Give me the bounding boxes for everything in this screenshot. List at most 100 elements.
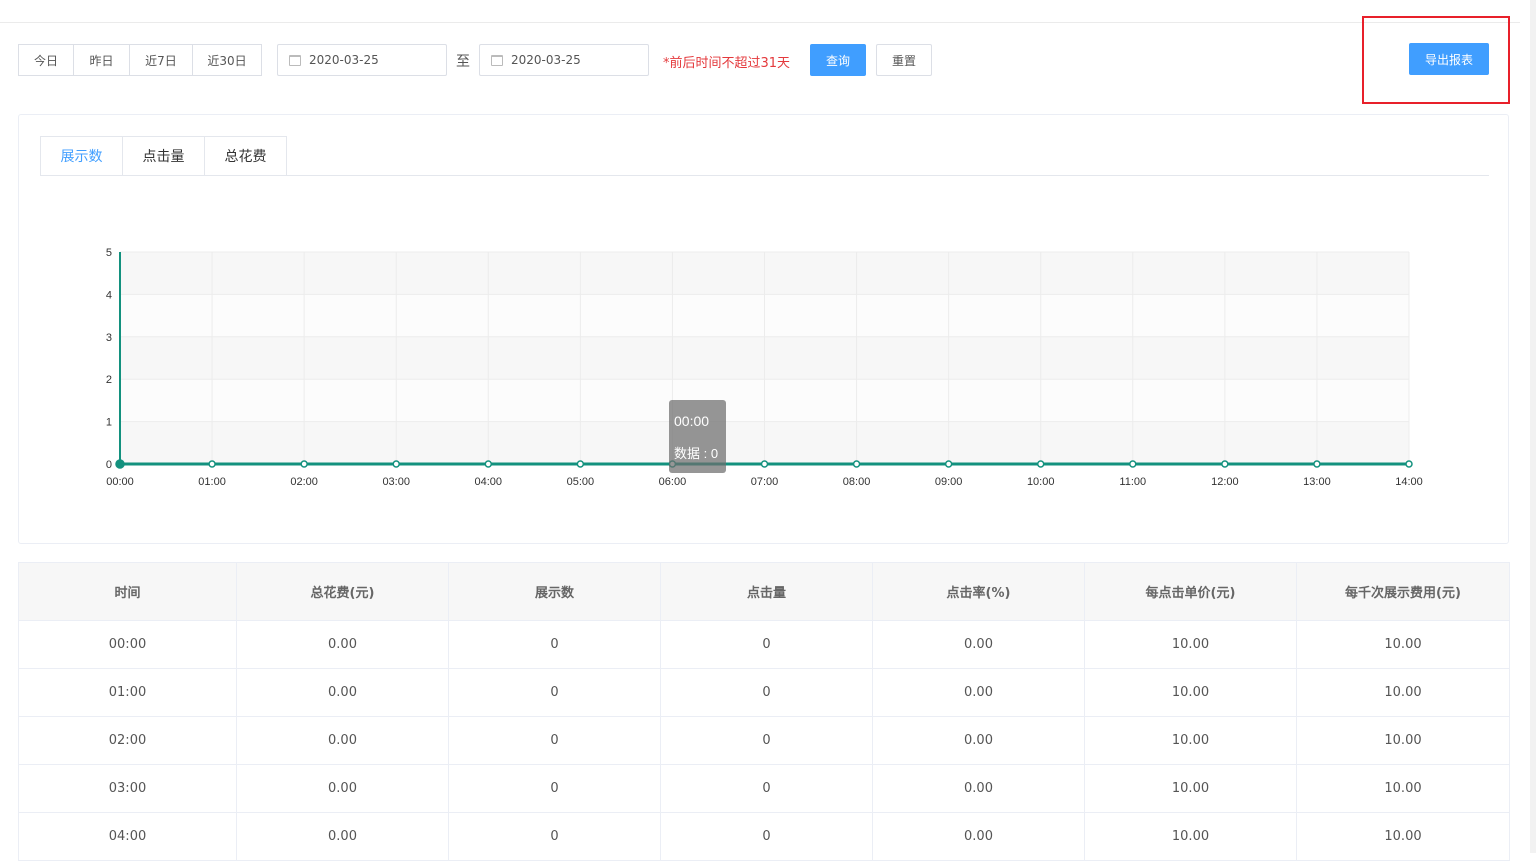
table-cell: 10.00: [1296, 764, 1510, 813]
top-divider: [0, 22, 1520, 23]
table-cell: 0: [660, 812, 873, 861]
x-tick-label: 03:00: [382, 476, 410, 488]
y-tick-label: 5: [106, 247, 112, 259]
table-cell: 0: [448, 812, 661, 861]
table-row: 03:00 0.00 0 0 0.00 10.00 10.00: [18, 764, 1510, 813]
y-tick-label: 0: [106, 459, 112, 471]
x-tick-label: 00:00: [106, 476, 134, 488]
quick-date-group: 今日 昨日 近7日 近30日: [18, 44, 262, 76]
date-range-warning: *前后时间不超过31天: [663, 56, 791, 71]
table-row: 02:00 0.00 0 0 0.00 10.00 10.00: [18, 716, 1510, 765]
x-tick-label: 05:00: [567, 476, 595, 488]
table-cell: 10.00: [1296, 620, 1510, 669]
table-cell: 02:00: [18, 716, 237, 765]
quick-date-today[interactable]: 今日: [18, 44, 74, 76]
chart-tooltip: [669, 400, 726, 473]
data-point: [115, 459, 125, 469]
filter-toolbar: 今日 昨日 近7日 近30日 2020-03-25 至 2020-03-25 *…: [18, 44, 938, 76]
calendar-icon: [289, 54, 301, 66]
table-cell: 0.00: [872, 764, 1085, 813]
col-header-time[interactable]: 时间: [18, 562, 237, 621]
col-header-cpm[interactable]: 每千次展示费用(元): [1296, 562, 1510, 621]
quick-date-7days[interactable]: 近7日: [129, 44, 193, 76]
data-point: [576, 460, 585, 468]
line-chart: 0 1 2 3 4 5 00:00 01:00 02:00 03:00 04:00 05:00 06:0…: [106, 247, 1423, 488]
export-report-button[interactable]: 导出报表: [1409, 43, 1489, 75]
data-point: [392, 460, 400, 468]
table-cell: 0: [448, 716, 661, 765]
table-cell: 0.00: [872, 716, 1085, 765]
y-tick-label: 1: [106, 417, 112, 429]
data-point: [208, 460, 216, 468]
table-row: 01:00 0.00 0 0 0.00 10.00 10.00: [18, 668, 1510, 717]
data-point: [944, 460, 953, 468]
table-cell: 10.00: [1084, 620, 1297, 669]
table-cell: 0.00: [236, 716, 449, 765]
data-point: [1313, 460, 1321, 468]
table-cell: 0: [660, 764, 873, 813]
table-cell: 10.00: [1296, 716, 1510, 765]
x-tick-label: 11:00: [1119, 476, 1146, 488]
col-header-cpc[interactable]: 每点击单价(元): [1084, 562, 1297, 621]
table-cell: 0.00: [236, 812, 449, 861]
col-header-ctr[interactable]: 点击率(%): [872, 562, 1085, 621]
table-cell: 10.00: [1084, 668, 1297, 717]
table-cell: 0.00: [236, 668, 449, 717]
start-date-value: 2020-03-25: [309, 53, 379, 67]
table-cell: 0.00: [236, 764, 449, 813]
end-date-input[interactable]: 2020-03-25: [479, 44, 649, 76]
x-tick-label: 10:00: [1027, 476, 1055, 488]
table-cell: 0.00: [872, 620, 1085, 669]
x-tick-label: 09:00: [935, 476, 963, 488]
x-tick-label: 02:00: [290, 476, 318, 488]
table-cell: 0: [448, 668, 661, 717]
data-point: [1129, 460, 1137, 468]
y-tick-label: 2: [106, 374, 112, 386]
x-tick-label: 08:00: [843, 476, 871, 488]
x-tick-label: 04:00: [475, 476, 503, 488]
table-cell: 0: [448, 620, 661, 669]
table-cell: 0: [660, 668, 873, 717]
tooltip-time: 00:00: [674, 413, 709, 429]
col-header-impressions[interactable]: 展示数: [448, 562, 661, 621]
x-tick-label: 07:00: [751, 476, 779, 488]
table-cell: 00:00: [18, 620, 237, 669]
table-cell: 10.00: [1296, 668, 1510, 717]
scrollbar-track[interactable]: [1530, 0, 1536, 853]
chart-card: 展示数 点击量 总花费 0 1 2 3 4 5 00:00 01:00 02:00 03:00 04…: [18, 114, 1509, 544]
table-cell: 10.00: [1084, 812, 1297, 861]
data-point: [1036, 460, 1045, 468]
hourly-stats-table: 时间 总花费(元) 展示数 点击量 点击率(%) 每点击单价(元) 每千次展示费…: [18, 562, 1510, 861]
x-tick-label: 06:00: [659, 476, 687, 488]
end-date-value: 2020-03-25: [511, 53, 581, 67]
table-cell: 10.00: [1296, 812, 1510, 861]
x-tick-label: 14:00: [1395, 476, 1423, 488]
quick-date-yesterday[interactable]: 昨日: [73, 44, 130, 76]
date-separator: 至: [456, 54, 470, 70]
col-header-total-cost[interactable]: 总花费(元): [236, 562, 449, 621]
table-cell: 0: [448, 764, 661, 813]
table-cell: 01:00: [18, 668, 237, 717]
table-cell: 10.00: [1084, 764, 1297, 813]
table-cell: 0: [660, 620, 873, 669]
data-point: [1221, 460, 1229, 468]
data-point: [760, 460, 769, 468]
col-header-clicks[interactable]: 点击量: [660, 562, 873, 621]
table-cell: 0.00: [872, 812, 1085, 861]
table-row: 04:00 0.00 0 0 0.00 10.00 10.00: [18, 812, 1510, 861]
table-cell: 0.00: [236, 620, 449, 669]
start-date-input[interactable]: 2020-03-25: [277, 44, 447, 76]
table-cell: 04:00: [18, 812, 237, 861]
reset-button[interactable]: 重置: [876, 44, 932, 76]
data-point: [852, 460, 861, 468]
table-cell: 10.00: [1084, 716, 1297, 765]
x-tick-label: 12:00: [1211, 476, 1239, 488]
tooltip-value: 数据 : 0: [674, 446, 718, 461]
y-tick-label: 3: [106, 332, 112, 344]
data-point: [484, 460, 493, 468]
table-cell: 03:00: [18, 764, 237, 813]
calendar-icon: [491, 54, 503, 66]
quick-date-30days[interactable]: 近30日: [192, 44, 262, 76]
query-button[interactable]: 查询: [810, 44, 866, 76]
x-tick-label: 13:00: [1303, 476, 1331, 488]
